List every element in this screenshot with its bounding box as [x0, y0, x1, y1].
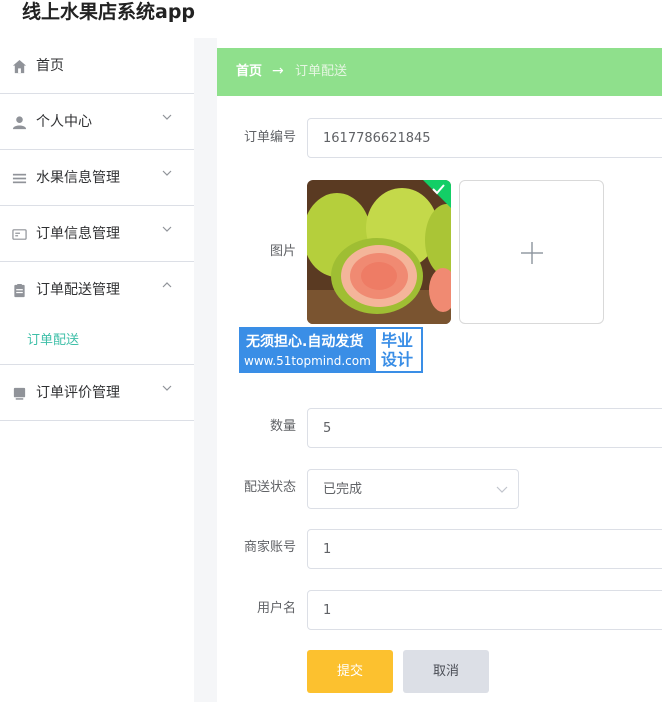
sidebar-item-label: 订单信息管理	[36, 226, 120, 242]
watermark-right-bottom: 设计	[381, 350, 414, 369]
watermark-badge: 无须担心.自动发货 www.51topmind.com 毕业 设计	[239, 327, 423, 373]
sidebar-item-personal-center[interactable]: 个人中心	[0, 94, 194, 150]
breadcrumb-current: 订单配送	[295, 64, 348, 79]
list-icon	[12, 173, 27, 184]
sidebar-item-label: 订单评价管理	[36, 385, 120, 401]
submenu-item-order-delivery[interactable]: 订单配送	[0, 317, 194, 365]
sidebar-item-home[interactable]: 首页	[0, 38, 194, 94]
chevron-down-icon	[496, 486, 508, 493]
chevron-down-icon	[162, 170, 172, 176]
username-value: 1	[323, 603, 332, 618]
watermark-left: 无须担心.自动发货 www.51topmind.com	[241, 329, 376, 371]
username-field[interactable]: 1	[307, 590, 662, 630]
chevron-down-icon	[162, 114, 172, 120]
app-title: 线上水果店系统app	[22, 1, 196, 23]
quantity-label: 数量	[269, 419, 296, 434]
top-bar: 线上水果店系统app	[0, 0, 662, 38]
plus-icon	[521, 242, 543, 264]
order-no-value: 1617786621845	[323, 131, 431, 146]
breadcrumb: 首页 → 订单配送	[217, 48, 662, 96]
uploaded-image[interactable]	[307, 180, 451, 324]
delivery-status-value: 已完成	[323, 482, 363, 497]
chevron-down-icon	[162, 385, 172, 391]
quantity-field[interactable]: 5	[307, 408, 662, 448]
order-no-field[interactable]: 1617786621845	[307, 118, 662, 158]
merchant-account-label: 商家账号	[243, 540, 296, 555]
image-label: 图片	[269, 244, 296, 259]
sidebar-item-label: 水果信息管理	[36, 170, 120, 186]
sidebar-item-label: 个人中心	[36, 114, 92, 130]
merchant-account-value: 1	[323, 542, 332, 557]
sidebar-item-label: 订单配送管理	[36, 282, 120, 298]
sidebar-item-order-info[interactable]: 订单信息管理	[0, 206, 194, 262]
sidebar-item-label: 首页	[36, 58, 64, 74]
chevron-down-icon	[162, 226, 172, 232]
username-label: 用户名	[256, 601, 296, 616]
watermark-right-top: 毕业	[381, 331, 414, 350]
home-icon	[12, 59, 27, 74]
delivery-status-label: 配送状态	[243, 480, 296, 495]
clipboard-icon	[14, 283, 25, 298]
monitor-icon	[13, 387, 26, 400]
order-no-label: 订单编号	[243, 130, 296, 145]
merchant-account-field[interactable]: 1	[307, 529, 662, 569]
sidebar-item-fruit-info[interactable]: 水果信息管理	[0, 150, 194, 206]
watermark-line1: 无须担心.自动发货	[246, 334, 364, 350]
card-icon	[12, 229, 27, 240]
sidebar-item-order-review[interactable]: 订单评价管理	[0, 365, 194, 421]
breadcrumb-home[interactable]: 首页	[236, 63, 262, 81]
quantity-value: 5	[323, 421, 332, 436]
submit-button[interactable]: 提交	[307, 650, 393, 693]
image-upload-button[interactable]	[459, 180, 604, 324]
breadcrumb-separator: →	[272, 63, 284, 79]
submenu-item-label: 订单配送	[27, 333, 80, 348]
user-icon	[12, 116, 27, 130]
sidebar-item-order-delivery[interactable]: 订单配送管理	[0, 262, 194, 318]
guava-image	[307, 180, 451, 324]
watermark-right: 毕业 设计	[381, 331, 421, 369]
cancel-button[interactable]: 取消	[403, 650, 489, 693]
watermark-line2: www.51topmind.com	[244, 354, 371, 368]
delivery-status-select[interactable]: 已完成	[307, 469, 519, 509]
chevron-up-icon	[162, 282, 172, 288]
